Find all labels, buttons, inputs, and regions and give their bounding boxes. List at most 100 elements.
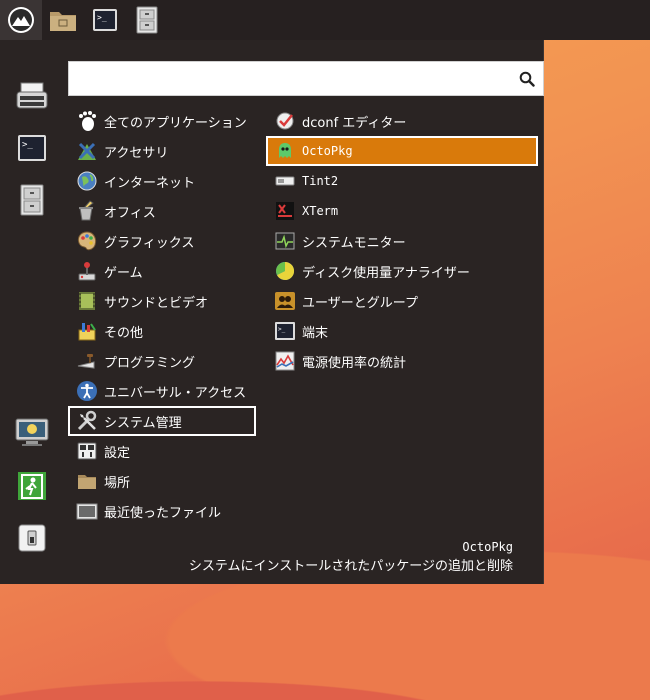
category-label: オフィス — [104, 205, 156, 221]
globe-icon — [76, 170, 98, 192]
app-label: dconf エディター — [302, 115, 407, 131]
category-accessories[interactable]: アクセサリ — [68, 136, 256, 166]
file-cabinet-button[interactable] — [126, 0, 168, 40]
category-programming[interactable]: プログラミング — [68, 346, 256, 376]
category-all-applications[interactable]: 全てのアプリケーション — [68, 106, 256, 136]
app-octopkg[interactable]: OctoPkg — [266, 136, 538, 166]
category-universal-access[interactable]: ユニバーサル・アクセス — [68, 376, 256, 406]
category-label: ゲーム — [104, 265, 143, 281]
category-label: インターネット — [104, 175, 196, 191]
lock-screen-icon — [15, 418, 49, 446]
category-label: 場所 — [104, 475, 131, 491]
app-label: XTerm — [302, 204, 339, 218]
svg-text:>_: >_ — [22, 140, 33, 150]
xterm-icon — [274, 200, 296, 222]
film-icon — [76, 290, 98, 312]
accessories-icon — [76, 140, 98, 162]
shutdown-button[interactable] — [14, 520, 50, 556]
category-internet[interactable]: インターネット — [68, 166, 256, 196]
favorites-sidebar: >_ — [0, 40, 64, 584]
app-power-statistics[interactable]: 電源使用率の統計 — [266, 346, 538, 376]
trowel-icon — [76, 350, 98, 372]
users-icon — [274, 290, 296, 312]
terminal-button[interactable]: >_ — [84, 0, 126, 40]
category-games[interactable]: ゲーム — [68, 256, 256, 286]
office-icon — [76, 200, 98, 222]
category-label: プログラミング — [104, 355, 196, 371]
shutdown-icon — [18, 524, 46, 552]
sidebar-favorite-file-cabinet[interactable] — [14, 182, 50, 218]
lock-screen-button[interactable] — [14, 415, 50, 451]
category-places[interactable]: 場所 — [68, 466, 256, 496]
app-dconf-editor[interactable]: dconf エディター — [266, 106, 538, 136]
app-tint2[interactable]: Tint2 — [266, 166, 538, 196]
file-cabinet-icon — [136, 6, 158, 34]
tint2-icon — [274, 170, 296, 192]
description-text: システムにインストールされたパッケージの追加と削除 — [188, 559, 513, 574]
application-menu: >_ 全てのアプリケーション アクセサリ インターネット オフィス グラフィック… — [0, 40, 544, 584]
category-graphics[interactable]: グラフィックス — [68, 226, 256, 256]
app-terminal[interactable]: >_ 端末 — [266, 316, 538, 346]
mountain-logo-icon — [8, 7, 34, 33]
settings-icon — [76, 440, 98, 462]
app-xterm[interactable]: XTerm — [266, 196, 538, 226]
app-label: 端末 — [302, 325, 329, 341]
file-cabinet-icon — [20, 184, 44, 216]
category-settings[interactable]: 設定 — [68, 436, 256, 466]
category-label: 設定 — [104, 445, 131, 461]
category-label: 最近使ったファイル — [104, 505, 222, 521]
terminal-icon: >_ — [93, 9, 117, 31]
category-sound-video[interactable]: サウンドとビデオ — [68, 286, 256, 316]
terminal-icon: >_ — [18, 135, 46, 161]
dconf-icon — [274, 110, 296, 132]
search-box — [68, 61, 544, 96]
category-label: システム管理 — [104, 415, 182, 431]
power-stats-icon — [274, 350, 296, 372]
category-recent-files[interactable]: 最近使ったファイル — [68, 496, 256, 526]
svg-text:>_: >_ — [97, 13, 107, 22]
file-manager-button[interactable] — [42, 0, 84, 40]
category-label: ユニバーサル・アクセス — [104, 385, 247, 401]
category-label: 全てのアプリケーション — [104, 115, 247, 131]
category-system-administration[interactable]: システム管理 — [68, 406, 256, 436]
category-label: アクセサリ — [104, 145, 169, 161]
svg-text:>_: >_ — [278, 326, 286, 333]
category-label: グラフィックス — [104, 235, 195, 251]
app-description: OctoPkg システムにインストールされたパッケージの追加と削除 — [189, 537, 513, 577]
app-menu-button[interactable] — [0, 0, 42, 40]
app-label: システムモニター — [302, 235, 406, 251]
gnome-foot-icon — [76, 110, 98, 132]
logout-button[interactable] — [14, 468, 50, 504]
terminal-icon: >_ — [274, 320, 296, 342]
search-icon[interactable] — [519, 71, 535, 87]
category-other[interactable]: その他 — [68, 316, 256, 346]
search-input[interactable] — [69, 62, 509, 95]
octopkg-icon — [274, 140, 296, 162]
disk-usage-icon — [274, 260, 296, 282]
accessibility-icon — [76, 380, 98, 402]
app-label: ユーザーとグループ — [302, 295, 418, 311]
app-label: Tint2 — [302, 174, 339, 188]
category-office[interactable]: オフィス — [68, 196, 256, 226]
taskbar: >_ — [0, 0, 650, 40]
tools-icon — [76, 410, 98, 432]
system-monitor-icon — [274, 230, 296, 252]
folder-icon — [76, 470, 98, 492]
sidebar-favorite-terminal[interactable]: >_ — [14, 130, 50, 166]
app-system-monitor[interactable]: システムモニター — [266, 226, 538, 256]
recent-files-icon — [76, 500, 98, 522]
app-label: OctoPkg — [302, 144, 353, 158]
description-app-name: OctoPkg — [462, 540, 513, 554]
app-disk-usage-analyzer[interactable]: ディスク使用量アナライザー — [266, 256, 538, 286]
category-label: その他 — [104, 325, 144, 341]
app-users-groups[interactable]: ユーザーとグループ — [266, 286, 538, 316]
logout-icon — [18, 472, 46, 500]
sidebar-favorite-typewriter[interactable] — [14, 78, 50, 114]
joystick-icon — [76, 260, 98, 282]
misc-icon — [76, 320, 98, 342]
category-label: サウンドとビデオ — [104, 295, 209, 311]
folder-icon — [50, 12, 76, 31]
app-label: 電源使用率の統計 — [302, 355, 407, 371]
app-label: ディスク使用量アナライザー — [302, 265, 470, 281]
typewriter-icon — [16, 82, 48, 109]
